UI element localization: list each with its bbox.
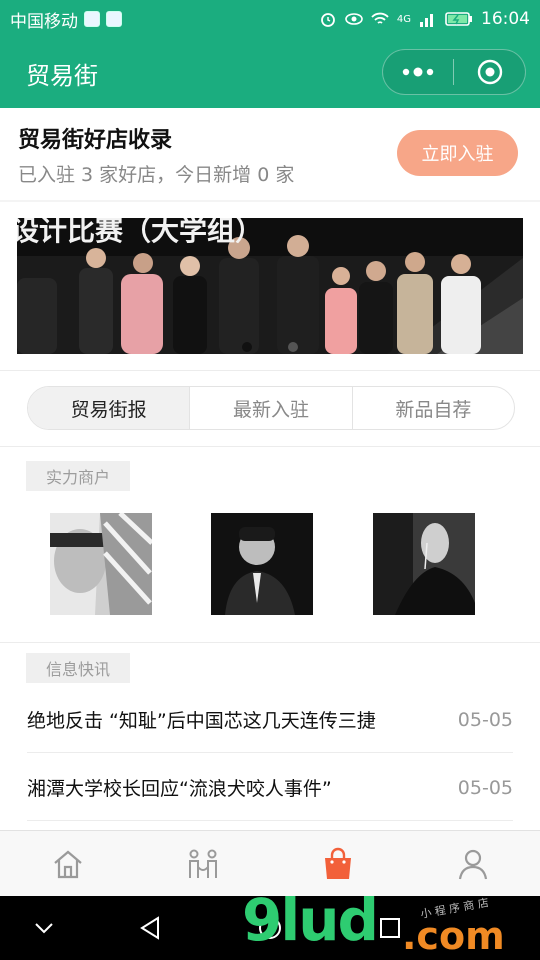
news-section: 信息快讯 绝地反击 “知耻”后中国芯这几天连传三捷 05-05 湘潭大学校长回应… [0, 642, 540, 830]
network-type-label: 4G [396, 13, 411, 25]
page-title: 贸易街 [26, 62, 98, 90]
target-close-icon [477, 59, 502, 85]
close-button[interactable] [454, 59, 525, 85]
merchant-avatar[interactable] [211, 513, 313, 615]
wifi-icon [371, 12, 389, 24]
tab-trade-street-news[interactable]: 贸易街报 [28, 387, 191, 429]
more-button[interactable] [383, 50, 453, 94]
people-icon [189, 849, 217, 878]
news-title: 湘潭大学校长回应“流浪犬咬人事件” [27, 778, 332, 800]
shopping-bag-icon [325, 847, 351, 879]
watermark-logo: 9lud [242, 886, 379, 954]
tab-newest-joined[interactable]: 最新入驻 [190, 387, 353, 429]
merchant-photo-2 [211, 513, 313, 615]
join-now-button[interactable]: 立即入驻 [397, 130, 518, 176]
nav-hide-button[interactable] [28, 912, 60, 944]
carrier-label: 中国移动 [10, 11, 78, 32]
news-item[interactable]: 湘潭大学校长回应“流浪犬咬人事件” 05-05 [27, 755, 513, 821]
baidu-notification-icon [106, 11, 122, 27]
merchants-section: 实力商户 [0, 446, 540, 642]
more-dots-icon [402, 67, 434, 77]
news-title: 绝地反击 “知耻”后中国芯这几天连传三捷 [27, 710, 376, 732]
back-triangle-icon [140, 916, 159, 940]
nav-back-button[interactable] [134, 912, 166, 944]
merchant-avatar[interactable] [50, 513, 152, 615]
tabbar-profile[interactable] [455, 846, 491, 882]
news-date: 05-05 [457, 708, 513, 731]
store-collection-card: 贸易街好店收录 已入驻 3 家好店，今日新增 0 家 立即入驻 [0, 108, 540, 200]
carousel-dot[interactable] [242, 342, 252, 352]
merchant-photo-3 [373, 513, 475, 615]
tabbar-people[interactable] [185, 846, 221, 882]
nav-header: 贸易街 [0, 38, 540, 108]
eye-icon [345, 13, 363, 25]
news-label: 信息快讯 [26, 653, 130, 683]
merchant-photo-1 [50, 513, 152, 615]
award-photo-illustration: 设计比赛（大学组） [17, 218, 523, 354]
carousel: 设计比赛（大学组） [0, 202, 540, 370]
chevron-down-icon [35, 923, 53, 934]
merchants-label: 实力商户 [26, 461, 130, 491]
merchant-avatar[interactable] [373, 513, 475, 615]
app-notification-icon [84, 11, 100, 27]
watermark-domain: .com [402, 914, 505, 958]
store-collection-title: 贸易街好店收录 [18, 128, 173, 153]
segmented-tabs: 贸易街报 最新入驻 新品自荐 [27, 386, 515, 430]
tabs-area: 贸易街报 最新入驻 新品自荐 [0, 370, 540, 446]
mini-program-capsule [382, 49, 526, 95]
watermark: 9lud .com 小 程 序 商 店 [240, 886, 540, 960]
battery-charging-icon [445, 12, 472, 26]
carousel-dot[interactable] [288, 342, 298, 352]
carousel-banner-image[interactable]: 设计比赛（大学组） [17, 218, 523, 354]
tab-new-product-recommend[interactable]: 新品自荐 [353, 387, 514, 429]
tabbar-shop[interactable] [320, 846, 356, 882]
tabbar-home[interactable] [50, 846, 86, 882]
news-item[interactable]: 绝地反击 “知耻”后中国芯这几天连传三捷 05-05 [27, 687, 513, 753]
home-icon [54, 850, 82, 879]
signal-icon [420, 14, 433, 27]
carousel-banner-text: 设计比赛（大学组） [17, 218, 263, 247]
status-bar: 中国移动 4G 16:04 [0, 0, 540, 38]
clock-label: 16:04 [481, 9, 530, 29]
user-icon [458, 849, 488, 880]
store-collection-subtitle: 已入驻 3 家好店，今日新增 0 家 [18, 164, 295, 186]
news-date: 05-05 [457, 776, 513, 799]
alarm-icon [320, 13, 335, 27]
